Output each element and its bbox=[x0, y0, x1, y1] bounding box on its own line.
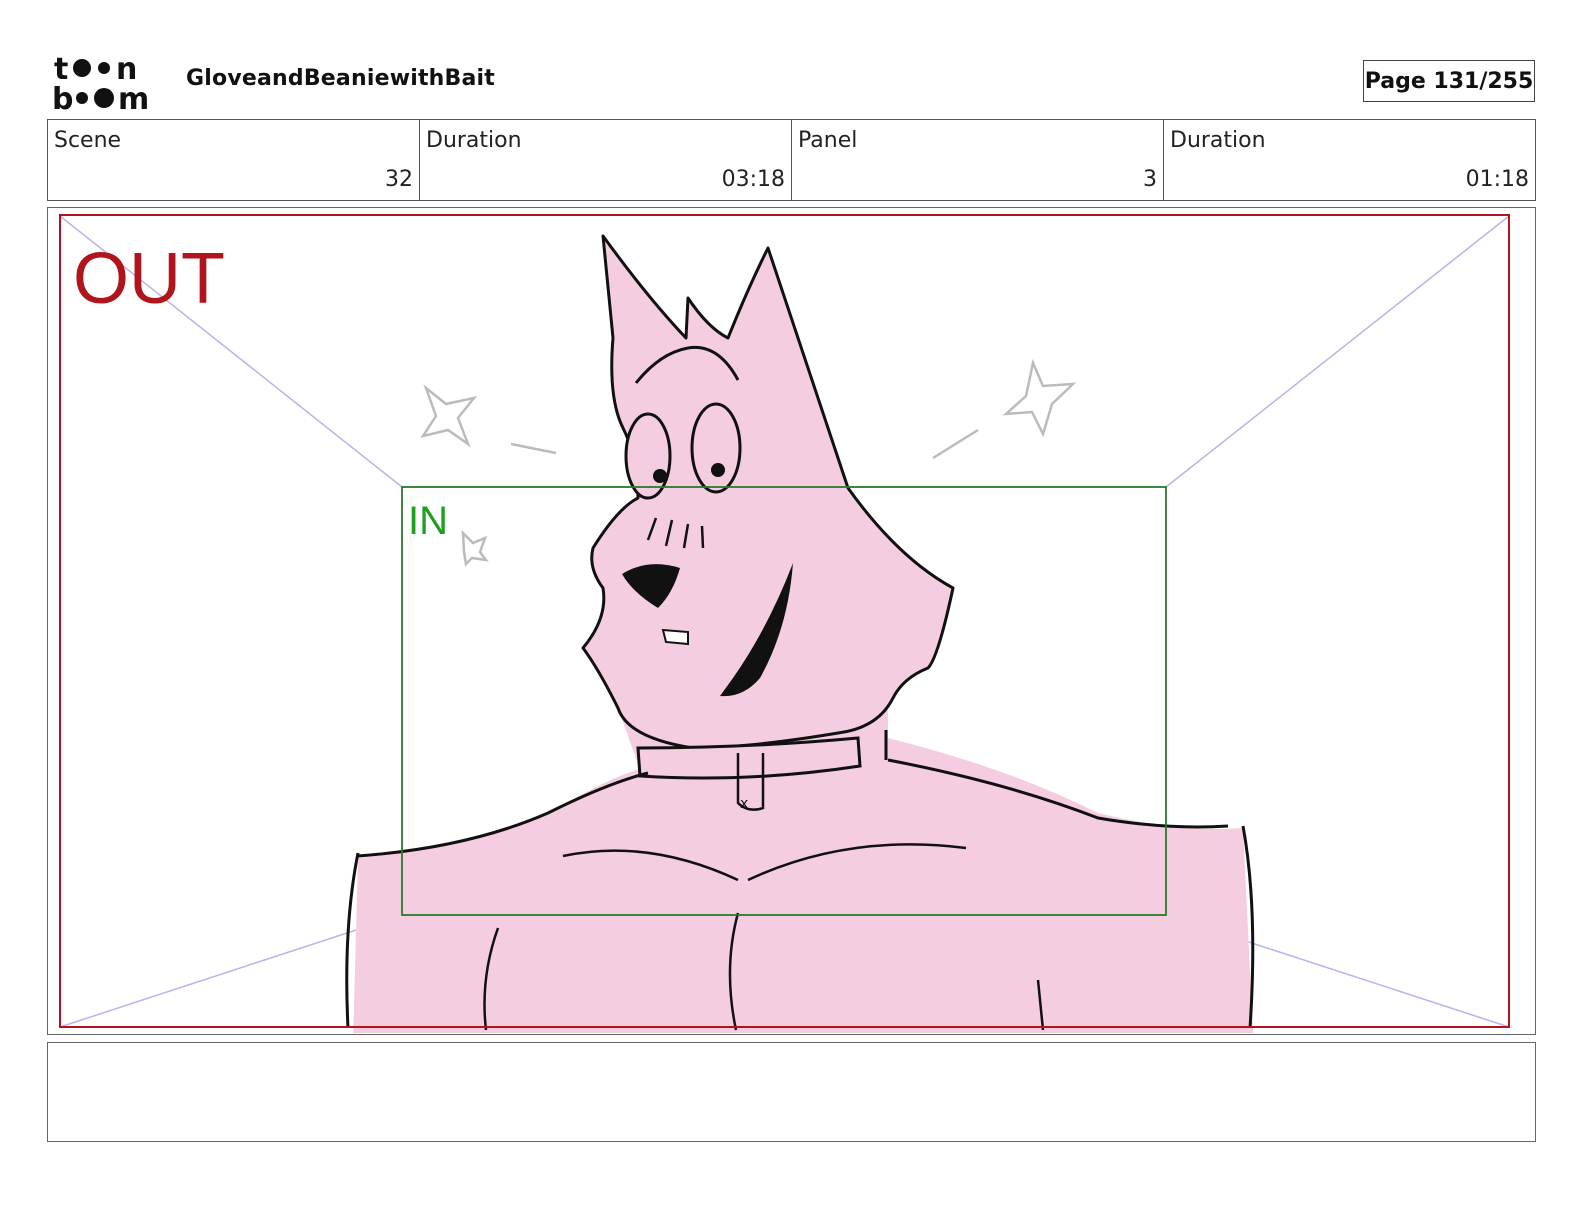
panel-duration-cell: Duration 01:18 bbox=[1164, 120, 1535, 200]
panel-label: Panel bbox=[798, 128, 858, 153]
page-indicator: Page 131/255 bbox=[1363, 60, 1535, 102]
panel-number: 3 bbox=[1143, 167, 1157, 192]
svg-text:x: x bbox=[740, 796, 748, 812]
panel-drawing: x OUT IN bbox=[59, 214, 1510, 1033]
toon-boom-logo: t n b m bbox=[52, 52, 149, 112]
panel-cell: Panel 3 bbox=[792, 120, 1164, 200]
scene-number: 32 bbox=[385, 167, 413, 192]
out-frame-label: OUT bbox=[73, 239, 225, 319]
panel-notes-box bbox=[47, 1042, 1536, 1142]
panel-duration-label: Duration bbox=[1170, 128, 1266, 153]
scene-label: Scene bbox=[54, 128, 122, 153]
project-title: GloveandBeaniewithBait bbox=[186, 66, 496, 91]
storyboard-panel: x OUT IN bbox=[47, 207, 1536, 1035]
scene-duration-value: 03:18 bbox=[721, 167, 785, 192]
scene-duration-label: Duration bbox=[426, 128, 522, 153]
panel-duration-value: 01:18 bbox=[1465, 167, 1529, 192]
in-frame-label: IN bbox=[408, 499, 448, 543]
scene-duration-cell: Duration 03:18 bbox=[420, 120, 792, 200]
svg-text:b: b bbox=[52, 82, 73, 112]
panel-info-table: Scene 32 Duration 03:18 Panel 3 Duration… bbox=[47, 119, 1536, 201]
svg-text:m: m bbox=[118, 82, 149, 112]
character-drawing: x bbox=[345, 234, 1255, 1033]
scene-cell: Scene 32 bbox=[48, 120, 420, 200]
